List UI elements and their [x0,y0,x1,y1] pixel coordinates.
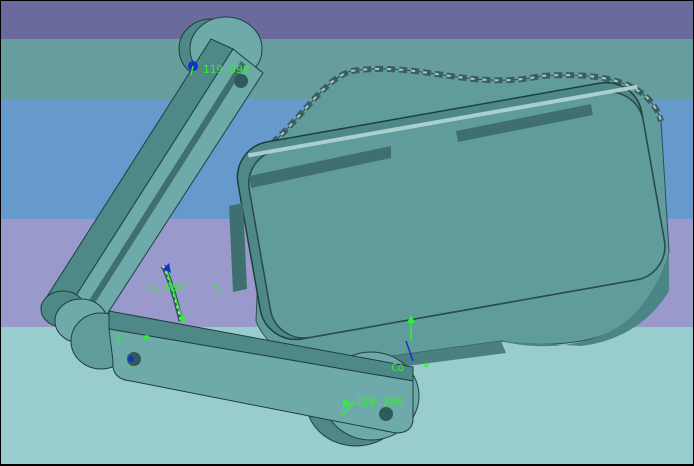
coincident-mark-right: * [423,361,430,374]
dimension-label-mid: 71.980° [145,281,191,294]
coincident-label-right: Co [391,361,404,374]
background-band [1,1,693,39]
coincident-label-left: C [117,331,124,344]
cad-scene: 119.990 71.980° 3 118.980 C + Co * [1,1,693,464]
cad-3d-viewport[interactable]: 119.990 71.980° 3 118.980 C + Co * [1,1,693,464]
dimension-label-top: 119.990 [203,63,249,76]
coincident-mark-left: + [141,331,148,344]
dimension-label-bottom: 118.980 [356,395,402,408]
dimension-label-mid-suffix: 3 [213,284,220,297]
